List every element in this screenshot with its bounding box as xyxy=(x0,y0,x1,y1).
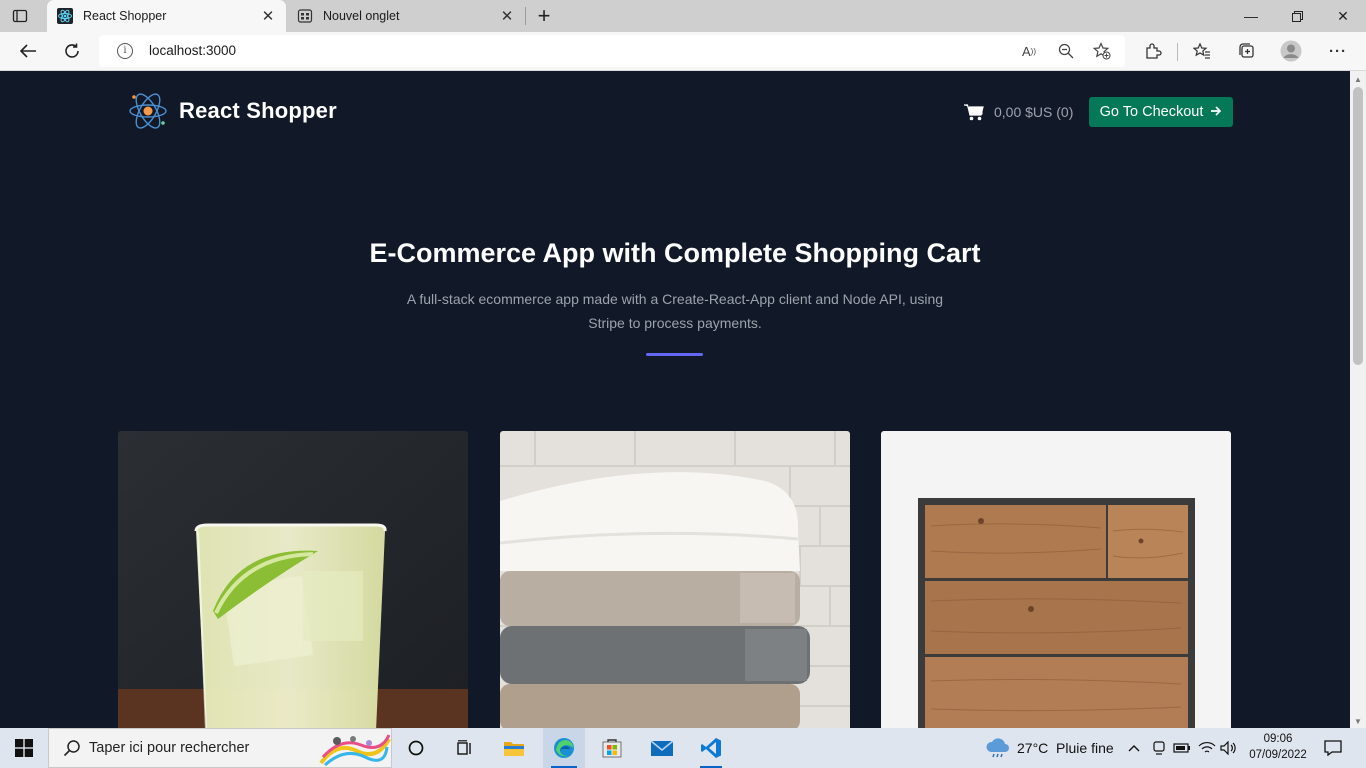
notifications-icon[interactable] xyxy=(1320,728,1346,768)
lemonade-glass-image xyxy=(118,431,468,728)
arrow-right-icon xyxy=(1210,104,1222,120)
taskbar-search[interactable]: Taper ici pour rechercher xyxy=(48,728,392,768)
start-windows-icon[interactable] xyxy=(0,728,48,768)
close-tab-icon[interactable]: ✕ xyxy=(499,8,515,25)
tab-react-shopper[interactable]: React Shopper ✕ xyxy=(47,0,286,32)
tab-nouvel-onglet[interactable]: Nouvel onglet ✕ xyxy=(287,0,525,32)
scroll-down-icon[interactable]: ▼ xyxy=(1354,717,1362,726)
tab-actions-icon[interactable] xyxy=(12,8,28,24)
mail-icon[interactable] xyxy=(646,728,678,768)
address-bar[interactable]: i localhost:3000 A)) xyxy=(99,35,1125,67)
product-card-towels[interactable] xyxy=(500,431,850,728)
profile-avatar[interactable] xyxy=(1280,40,1302,62)
product-card-dresser[interactable] xyxy=(881,431,1231,728)
url-text: localhost:3000 xyxy=(149,43,237,58)
search-highlight-illustration xyxy=(319,734,391,767)
read-aloud-icon[interactable]: A)) xyxy=(1019,41,1039,61)
checkout-label: Go To Checkout xyxy=(1099,104,1204,120)
tab-title: React Shopper xyxy=(83,9,167,23)
tab-divider xyxy=(525,7,526,25)
scroll-up-icon[interactable]: ▲ xyxy=(1354,75,1362,84)
new-tab-button[interactable]: + xyxy=(533,3,555,28)
back-arrow-icon[interactable] xyxy=(13,37,43,65)
hero-divider xyxy=(646,353,703,356)
atom-logo-icon xyxy=(129,93,167,129)
weather-text: 27°C Pluie fine xyxy=(1017,740,1114,756)
zoom-out-icon[interactable] xyxy=(1056,41,1076,61)
react-favicon-icon xyxy=(57,8,73,24)
minimize-button[interactable]: — xyxy=(1228,0,1274,32)
tab-title: Nouvel onglet xyxy=(323,9,400,23)
cortana-icon[interactable] xyxy=(400,728,432,768)
microsoft-store-icon[interactable] xyxy=(596,728,628,768)
wifi-icon[interactable] xyxy=(1198,728,1216,768)
web-page: React Shopper 0,00 $US (0) Go To Checkou… xyxy=(0,71,1350,728)
add-favorite-icon[interactable] xyxy=(1092,41,1112,61)
site-info-icon[interactable]: i xyxy=(117,43,133,59)
windows-taskbar: Taper ici pour rechercher 27°C Pluie fin… xyxy=(0,728,1366,768)
new-tab-page-icon xyxy=(297,8,313,24)
cart-total: 0,00 $US (0) xyxy=(994,104,1074,120)
toolbar-divider xyxy=(1177,43,1178,61)
favorites-icon[interactable] xyxy=(1191,40,1213,62)
browser-toolbar: i localhost:3000 A)) ··· xyxy=(0,32,1366,71)
checkout-button[interactable]: Go To Checkout xyxy=(1089,97,1233,127)
battery-icon[interactable] xyxy=(1173,728,1191,768)
edge-browser-icon[interactable] xyxy=(543,728,585,768)
browser-tab-strip: React Shopper ✕ Nouvel onglet ✕ + — ✕ xyxy=(0,0,1366,32)
search-icon xyxy=(63,740,80,757)
vscode-icon[interactable] xyxy=(692,728,730,768)
volume-icon[interactable] xyxy=(1220,728,1238,768)
hero-subtitle: A full-stack ecommerce app made with a C… xyxy=(406,291,944,331)
clock-date: 07/09/2022 xyxy=(1249,749,1307,761)
chevron-up-icon[interactable] xyxy=(1126,728,1142,768)
folded-towels-image xyxy=(500,431,850,728)
brand-name: React Shopper xyxy=(179,98,337,123)
close-window-button[interactable]: ✕ xyxy=(1320,0,1366,32)
product-card-lemonade[interactable] xyxy=(118,431,468,728)
close-tab-icon[interactable]: ✕ xyxy=(260,8,276,25)
refresh-icon[interactable] xyxy=(57,37,87,65)
system-clock[interactable]: 09:06 07/09/2022 xyxy=(1246,731,1310,763)
rain-cloud-icon xyxy=(986,738,1009,758)
weather-widget[interactable]: 27°C Pluie fine xyxy=(985,728,1114,768)
page-scrollbar[interactable]: ▲ ▼ xyxy=(1350,71,1366,728)
search-placeholder: Taper ici pour rechercher xyxy=(89,740,250,756)
file-explorer-icon[interactable] xyxy=(498,728,530,768)
more-menu-icon[interactable]: ··· xyxy=(1327,40,1349,62)
hero-title: E-Commerce App with Complete Shopping Ca… xyxy=(369,238,981,268)
brand[interactable]: React Shopper xyxy=(127,89,337,133)
extensions-icon[interactable] xyxy=(1142,40,1164,62)
clock-time: 09:06 xyxy=(1263,733,1293,745)
scrollbar-thumb[interactable] xyxy=(1353,87,1363,365)
wooden-dresser-image xyxy=(881,431,1231,728)
restore-button[interactable] xyxy=(1274,0,1320,32)
device-icon[interactable] xyxy=(1151,728,1167,768)
collections-icon[interactable] xyxy=(1235,40,1257,62)
cart-summary[interactable]: 0,00 $US (0) xyxy=(964,103,1073,121)
shopping-cart-icon xyxy=(964,104,984,121)
task-view-icon[interactable] xyxy=(448,728,480,768)
